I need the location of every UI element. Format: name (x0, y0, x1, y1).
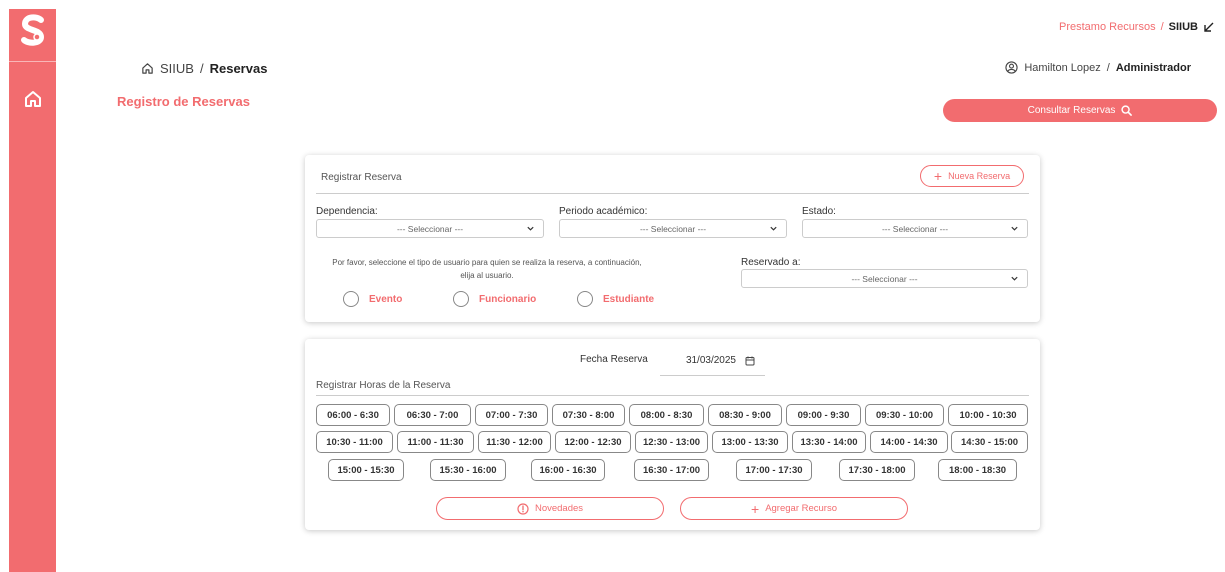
registrar-reserva-title: Registrar Reserva (321, 172, 402, 183)
radio-funcionario-label: Funcionario (479, 293, 537, 305)
time-slot-button[interactable]: 07:00 - 7:30 (475, 404, 548, 426)
nueva-reserva-label: Nueva Reserva (948, 171, 1011, 181)
registrar-horas-card: Fecha Reserva 31/03/2025 Registrar Horas… (305, 339, 1040, 530)
S-logo-icon[interactable] (17, 13, 49, 47)
time-slot-button[interactable]: 12:00 - 12:30 (555, 431, 631, 453)
novedades-label: Novedades (534, 503, 584, 514)
sidebar-divider (9, 61, 56, 62)
time-slot-button[interactable]: 17:30 - 18:00 (839, 459, 915, 481)
chevron-down-icon (1011, 226, 1018, 231)
estado-label: Estado: (802, 206, 836, 217)
novedades-button[interactable]: Novedades (436, 497, 664, 520)
search-icon (1121, 105, 1133, 116)
time-slot-button[interactable]: 06:30 - 7:00 (394, 404, 471, 426)
time-slot-button[interactable]: 09:00 - 9:30 (786, 404, 861, 426)
registrar-horas-title: Registrar Horas de la Reserva (316, 380, 451, 391)
time-slot-button[interactable]: 08:00 - 8:30 (629, 404, 704, 426)
plus-icon: + (933, 168, 943, 184)
arrow-down-left-icon[interactable] (1203, 21, 1215, 33)
system-name: SIIUB (1168, 21, 1198, 33)
module-separator: / (1160, 21, 1164, 33)
estado-select[interactable]: --- Seleccionar --- (802, 219, 1028, 238)
reservado-label: Reservado a: (741, 257, 801, 268)
time-slot-button[interactable]: 13:00 - 13:30 (712, 431, 788, 453)
module-indicator: Prestamo Recursos / SIIUB (1059, 21, 1215, 33)
time-slot-button[interactable]: 06:00 - 6:30 (316, 404, 390, 426)
chevron-down-icon (527, 226, 534, 231)
fecha-reserva-value: 31/03/2025 (685, 355, 736, 366)
time-slot-button[interactable]: 11:00 - 11:30 (397, 431, 474, 453)
user-type-hint: Por favor, seleccione el tipo de usuario… (317, 256, 657, 282)
nueva-reserva-button[interactable]: + Nueva Reserva (920, 165, 1024, 187)
card-divider (316, 395, 1029, 396)
time-slot-button[interactable]: 10:00 - 10:30 (948, 404, 1028, 426)
chevron-down-icon (1011, 276, 1018, 281)
user-name: Hamilton Lopez (1024, 61, 1101, 74)
radio-funcionario[interactable]: Funcionario (453, 291, 536, 307)
sidebar (9, 9, 56, 572)
reservado-select[interactable]: --- Seleccionar --- (741, 269, 1028, 288)
plus-icon: + (751, 500, 760, 517)
reservado-value: --- Seleccionar --- (851, 273, 918, 284)
agregar-recurso-label: Agregar Recurso (765, 503, 837, 514)
breadcrumb: SIIUB / Reservas (141, 61, 267, 76)
estado-value: --- Seleccionar --- (881, 223, 949, 234)
dependencia-label: Dependencia: (316, 206, 378, 217)
chevron-down-icon (770, 226, 777, 231)
time-slot-button[interactable]: 07:30 - 8:00 (552, 404, 625, 426)
time-slot-button[interactable]: 15:30 - 16:00 (430, 459, 506, 481)
time-slot-button[interactable]: 17:00 - 17:30 (736, 459, 812, 481)
consultar-reservas-button[interactable]: Consultar Reservas (943, 99, 1217, 122)
user-separator: / (1106, 61, 1110, 74)
time-slot-button[interactable]: 09:30 - 10:00 (865, 404, 944, 426)
time-slot-button[interactable]: 15:00 - 15:30 (328, 459, 404, 481)
hint-line-1: Por favor, seleccione el tipo de usuario… (332, 258, 642, 267)
time-slot-button[interactable]: 16:30 - 17:00 (634, 459, 709, 481)
time-slot-button[interactable]: 16:00 - 16:30 (531, 459, 605, 481)
module-name[interactable]: Prestamo Recursos (1059, 21, 1156, 33)
registrar-reserva-card: Registrar Reserva + Nueva Reserva Depend… (305, 155, 1040, 322)
radio-circle[interactable] (343, 291, 359, 307)
calendar-icon[interactable] (745, 356, 755, 366)
fecha-reserva-input[interactable]: 31/03/2025 (660, 346, 765, 376)
time-slot-button[interactable]: 08:30 - 9:00 (708, 404, 782, 426)
radio-evento-label: Evento (369, 293, 403, 305)
user-role: Administrador (1115, 61, 1191, 74)
time-slot-button[interactable]: 13:30 - 14:00 (792, 431, 866, 453)
periodo-label: Periodo académico: (559, 206, 648, 217)
alert-circle-icon (517, 502, 529, 515)
radio-estudiante-label: Estudiante (603, 293, 655, 305)
hint-line-2: elija al usuario. (460, 271, 514, 280)
radio-circle[interactable] (453, 291, 469, 307)
time-slot-button[interactable]: 18:00 - 18:30 (938, 459, 1017, 481)
breadcrumb-root[interactable]: SIIUB (160, 61, 194, 76)
time-slot-button[interactable]: 14:30 - 15:00 (951, 431, 1028, 453)
time-slot-button[interactable]: 10:30 - 11:00 (316, 431, 393, 453)
user-circle-icon (1005, 61, 1018, 74)
fecha-reserva-label: Fecha Reserva (580, 354, 648, 365)
home-icon[interactable] (23, 89, 43, 109)
time-slot-button[interactable]: 14:00 - 14:30 (870, 431, 948, 453)
breadcrumb-separator: / (199, 61, 204, 76)
time-slot-button[interactable]: 12:30 - 13:00 (635, 431, 708, 453)
user-info[interactable]: Hamilton Lopez / Administrador (1005, 61, 1191, 74)
card-divider (316, 193, 1029, 194)
agregar-recurso-button[interactable]: + Agregar Recurso (680, 497, 908, 520)
breadcrumb-current: Reservas (209, 61, 268, 76)
radio-evento[interactable]: Evento (343, 291, 402, 307)
dependencia-value: --- Seleccionar --- (396, 223, 464, 234)
periodo-select[interactable]: --- Seleccionar --- (559, 219, 787, 238)
home-outline-icon[interactable] (141, 62, 154, 75)
radio-circle[interactable] (577, 291, 593, 307)
dependencia-select[interactable]: --- Seleccionar --- (316, 219, 544, 238)
time-slot-button[interactable]: 11:30 - 12:00 (478, 431, 551, 453)
periodo-value: --- Seleccionar --- (639, 223, 707, 234)
page-title: Registro de Reservas (117, 94, 250, 109)
consultar-reservas-label: Consultar Reservas (1027, 105, 1116, 116)
radio-estudiante[interactable]: Estudiante (577, 291, 654, 307)
